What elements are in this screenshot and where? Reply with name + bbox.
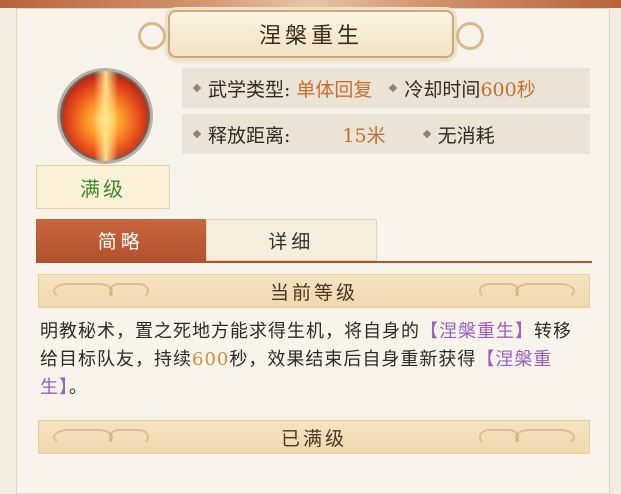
skill-description: 明教秘术，置之死地方能求得生机，将自身的【涅槃重生】转移给目标队友，持续600秒… [40,318,588,402]
desc-part3: 秒，效果结束后自身重新获得 [229,349,477,370]
cloud-swirl-icon [109,429,149,445]
flame-beam [94,71,118,161]
desc-part4: 。 [69,377,88,398]
bullet-icon [192,83,202,93]
cloud-swirl-icon [109,283,149,299]
cooldown-label: 冷却时间 [404,78,481,101]
cloud-swirl-icon [515,283,575,299]
range-value: 15米 [342,124,386,147]
info-row-type-cooldown: 武学类型: 单体回复 冷却时间 600秒 [182,68,590,108]
cloud-swirl-icon [53,283,113,299]
range-label: 释放距离: [208,124,291,147]
type-value: 单体回复 [296,78,373,101]
tab-bar: 简略 详细 [36,219,377,261]
current-level-header: 当前等级 [38,274,590,308]
title-plate: 涅槃重生 [138,10,484,58]
cloud-swirl-icon [53,429,113,445]
cloud-swirl-icon [515,429,575,445]
top-banner-decoration [0,0,621,8]
tab-summary[interactable]: 简略 [36,219,206,261]
skill-flame-icon [57,68,153,164]
bullet-icon [389,83,398,93]
skill-ref-1: 【涅槃重生】 [420,321,534,342]
info-row-range-cost: 释放距离: 15米 无消耗 [182,114,590,154]
type-label: 武学类型: [208,78,291,101]
current-level-label: 当前等级 [269,281,358,304]
bullet-icon [192,129,202,139]
bullet-icon [422,129,431,139]
level-status-badge: 满级 [36,165,170,209]
cost-label: 无消耗 [437,124,495,147]
max-level-label: 已满级 [280,427,347,450]
desc-part1: 明教秘术，置之死地方能求得生机，将自身的 [40,321,420,342]
cooldown-value: 600秒 [480,78,536,101]
tab-details[interactable]: 详细 [205,219,377,261]
skill-title: 涅槃重生 [258,24,363,49]
cloud-swirl-icon [479,283,519,299]
tab-underline [36,261,592,263]
max-level-bar: 已满级 [38,420,590,454]
duration-value: 600 [192,349,230,370]
cloud-swirl-icon [479,429,519,445]
